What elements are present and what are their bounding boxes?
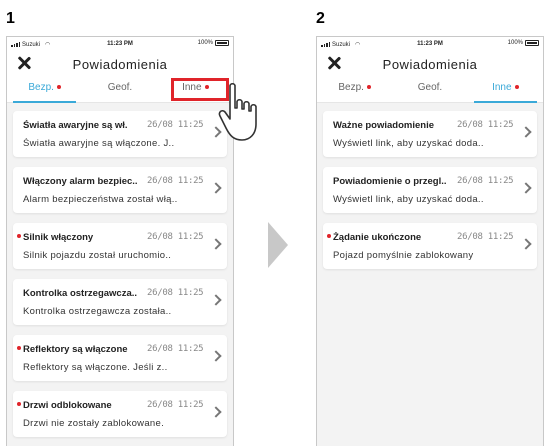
notification-body: Kontrolka ostrzegawcza została.. xyxy=(23,306,172,317)
notification-card[interactable]: Powiadomienie o przegl.. 26/08 11:25 Wyświ… xyxy=(323,167,537,213)
hand-pointer-icon xyxy=(218,82,257,141)
tab-geof[interactable]: Geof. xyxy=(392,77,467,102)
page-title: Powiadomienia xyxy=(382,57,478,72)
unread-dot xyxy=(327,234,331,238)
notification-card[interactable]: Światła awaryjne są wł. 26/08 11:25 Światł… xyxy=(13,111,227,157)
phone-screen-1: Suzuki ◠ 11:23 PM 100% Powiadomienia Bez… xyxy=(6,36,234,446)
unread-dot xyxy=(17,346,21,350)
unread-dot xyxy=(366,85,371,90)
unread-dot xyxy=(17,402,21,406)
battery-icon xyxy=(525,40,539,46)
chevron-right-icon xyxy=(210,406,222,418)
notification-card[interactable]: Silnik włączony 26/08 11:25 Silnik pojazdu… xyxy=(13,223,227,269)
notification-title: Drzwi odblokowane xyxy=(23,400,112,411)
status-bar: Suzuki ◠ 11:23 PM 100% xyxy=(7,37,233,51)
tab-inne[interactable]: Inne xyxy=(468,77,543,103)
notification-body: Alarm bezpieczeństwa został włą.. xyxy=(23,194,178,205)
notification-card[interactable]: Ważne powiadomienie 26/08 11:25 Wyświetl l… xyxy=(323,111,537,157)
app-header: Powiadomienia xyxy=(7,51,233,77)
notification-date: 26/08 11:25 xyxy=(457,232,514,242)
notification-date: 26/08 11:25 xyxy=(147,176,204,186)
notification-date: 26/08 11:25 xyxy=(147,288,204,298)
chevron-right-icon xyxy=(520,182,532,194)
unread-dot xyxy=(17,234,21,238)
notification-title: Powiadomienie o przegl.. xyxy=(333,176,447,187)
tab-bezp[interactable]: Bezp. xyxy=(7,77,82,103)
notification-card[interactable]: Kontrolka ostrzegawcza.. 26/08 11:25 Kontr… xyxy=(13,279,227,325)
chevron-right-icon xyxy=(520,238,532,250)
battery-label: 100% xyxy=(197,40,213,46)
notification-title: Silnik włączony xyxy=(23,232,94,243)
notification-date: 26/08 11:25 xyxy=(457,176,514,186)
notification-body: Wyświetl link, aby uzyskać doda.. xyxy=(333,138,484,149)
chevron-right-icon xyxy=(210,294,222,306)
chevron-right-icon xyxy=(210,238,222,250)
notification-card[interactable]: Żądanie ukończone 26/08 11:25 Pojazd pomyś… xyxy=(323,223,537,269)
page-title: Powiadomienia xyxy=(72,57,168,72)
notification-date: 26/08 11:25 xyxy=(147,344,204,354)
chevron-right-icon xyxy=(210,182,222,194)
app-header: Powiadomienia xyxy=(317,51,543,77)
notification-card[interactable]: Reflektory są włączone 26/08 11:25 Reflekt… xyxy=(13,335,227,381)
notification-date: 26/08 11:25 xyxy=(147,232,204,242)
notification-list: Światła awaryjne są wł. 26/08 11:25 Światł… xyxy=(7,103,233,446)
notification-title: Reflektory są włączone xyxy=(23,344,128,355)
notification-title: Żądanie ukończone xyxy=(333,232,422,243)
notification-title: Ważne powiadomienie xyxy=(333,120,434,131)
notification-date: 26/08 11:25 xyxy=(457,120,514,130)
step-number: 2 xyxy=(316,10,325,27)
notification-title: Kontrolka ostrzegawcza.. xyxy=(23,288,138,299)
notification-title: Włączony alarm bezpiec.. xyxy=(23,176,138,187)
battery-icon xyxy=(215,40,229,46)
notification-body: Pojazd pomyślnie zablokowany xyxy=(333,250,474,261)
notification-date: 26/08 11:25 xyxy=(147,120,204,130)
status-bar: Suzuki ◠ 11:23 PM 100% xyxy=(317,37,543,51)
notification-date: 26/08 11:25 xyxy=(147,400,204,410)
unread-dot xyxy=(56,85,61,90)
step-number: 1 xyxy=(6,10,15,27)
notification-body: Reflektory są włączone. Jeśli z.. xyxy=(23,362,168,373)
notification-body: Wyświetl link, aby uzyskać doda.. xyxy=(333,194,484,205)
phone-screen-2: Suzuki ◠ 11:23 PM 100% Powiadomienia Bez… xyxy=(316,36,544,446)
notification-card[interactable]: Drzwi odblokowane 26/08 11:25 Drzwi nie zo… xyxy=(13,391,227,437)
unread-dot xyxy=(514,85,519,90)
battery-label: 100% xyxy=(507,40,523,46)
notification-card[interactable]: Włączony alarm bezpiec.. 26/08 11:25 Alarm… xyxy=(13,167,227,213)
notification-body: Światła awaryjne są włączone. J.. xyxy=(23,138,175,149)
chevron-right-icon xyxy=(520,126,532,138)
chevron-right-icon xyxy=(210,350,222,362)
tab-bezp[interactable]: Bezp. xyxy=(317,77,392,102)
tab-bar: Bezp. Geof. Inne xyxy=(7,77,233,103)
next-step-arrow xyxy=(268,222,288,268)
notification-title: Światła awaryjne są wł. xyxy=(23,120,128,131)
tab-bar: Bezp. Geof. Inne xyxy=(317,77,543,103)
notification-list: Ważne powiadomienie 26/08 11:25 Wyświetl l… xyxy=(317,103,543,287)
tab-geof[interactable]: Geof. xyxy=(82,77,157,102)
notification-body: Drzwi nie zostały zablokowane. xyxy=(23,418,165,429)
notification-body: Silnik pojazdu został uruchomio.. xyxy=(23,250,172,261)
